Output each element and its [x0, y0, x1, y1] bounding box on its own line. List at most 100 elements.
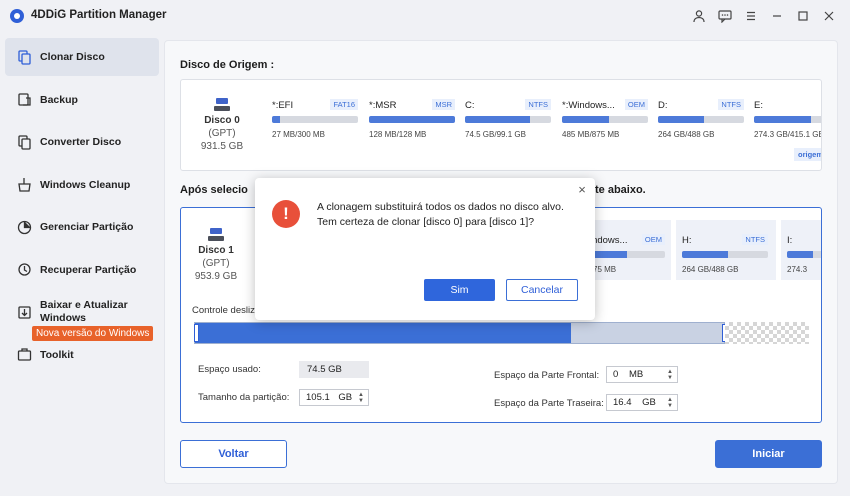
- partition-size: 128 MB/128 MB: [369, 130, 427, 139]
- front-space-unit: MB: [628, 369, 644, 380]
- sidebar: Clonar Disco Backup Converter Disco Wind…: [5, 38, 159, 378]
- recover-partition-icon: [17, 262, 32, 277]
- minimize-icon[interactable]: [766, 6, 788, 26]
- sidebar-item-label: Windows Cleanup: [40, 178, 131, 191]
- partition-usage-bar: [787, 251, 821, 258]
- sidebar-item-windows-cleanup[interactable]: Windows Cleanup: [5, 166, 159, 204]
- start-button[interactable]: Iniciar: [715, 440, 822, 468]
- partition-fs: NTFS: [742, 234, 768, 245]
- source-disk-card: Disco 0 (GPT) 931.5 GB: [192, 98, 252, 153]
- partition-usage-bar: [682, 251, 768, 258]
- partition-size-label: Tamanho da partição:: [198, 392, 290, 403]
- front-space-value: 0: [613, 369, 619, 380]
- partition-usage-fill: [562, 116, 610, 123]
- disk-name: Disco 0: [204, 115, 240, 126]
- sidebar-item-convert-disk[interactable]: Converter Disco: [5, 123, 159, 161]
- sidebar-item-label: Recuperar Partição: [40, 263, 137, 276]
- sidebar-item-label: Gerenciar Partição: [40, 221, 134, 233]
- back-space-label: Espaço da Parte Traseira:: [494, 398, 604, 409]
- close-icon[interactable]: [818, 6, 840, 26]
- front-space-label: Espaço da Parte Frontal:: [494, 370, 600, 381]
- sidebar-item-manage-partition[interactable]: Gerenciar Partição: [5, 208, 159, 246]
- partition-fs: FAT16: [330, 99, 358, 110]
- disk-icon: [214, 98, 230, 112]
- partition-usage-fill: [272, 116, 280, 123]
- confirm-yes-button[interactable]: Sim: [424, 279, 495, 301]
- sidebar-item-label: Baixar e Atualizar Windows: [40, 299, 128, 324]
- partition-name: *:EFI: [272, 100, 294, 111]
- partition-usage-bar: [272, 116, 358, 123]
- partition-size: 27 MB/300 MB: [272, 130, 325, 139]
- dialog-message-line2: Tem certeza de clonar [disco 0] para [di…: [317, 216, 535, 228]
- stepper-arrows-icon[interactable]: ▲ ▼: [667, 369, 673, 381]
- sidebar-item-toolkit[interactable]: Toolkit: [5, 336, 159, 374]
- new-version-badge[interactable]: Nova versão do Windows: [32, 326, 154, 341]
- back-space-stepper[interactable]: 16.4 GB ▲ ▼: [606, 394, 678, 411]
- partition-name: *:MSR: [369, 100, 397, 111]
- partition-size: 485 MB/875 MB: [562, 130, 620, 139]
- partition-name: *:Windows...: [562, 100, 615, 111]
- sidebar-item-label: Backup: [40, 93, 78, 106]
- download-windows-icon: [17, 305, 32, 320]
- slider-label: Controle desliz: [192, 305, 255, 316]
- source-disk-panel: Disco 0 (GPT) 931.5 GB *:EFI FAT16 27 MB…: [180, 79, 822, 171]
- partition-size-slider[interactable]: [194, 322, 727, 344]
- partition-fs: OEM: [641, 234, 665, 245]
- backup-icon: [17, 92, 32, 107]
- partition-icon: [17, 220, 32, 235]
- disk-name: Disco 1: [198, 245, 234, 256]
- slider-left-handle[interactable]: [194, 324, 199, 342]
- menu-icon[interactable]: [740, 6, 762, 26]
- cancel-button[interactable]: Cancelar: [506, 279, 578, 301]
- dialog-close-icon[interactable]: ×: [575, 182, 589, 197]
- partition-name: D:: [658, 100, 668, 111]
- origin-tag: origem: [794, 148, 821, 161]
- warning-icon: !: [272, 200, 300, 228]
- partition-size: 274.3 GB/415.1 GB: [754, 130, 822, 139]
- clone-disk-icon: [17, 49, 32, 65]
- partition-size: 264 GB/488 GB: [658, 130, 715, 139]
- partition-usage-fill: [787, 251, 814, 258]
- partition-usage-bar: [465, 116, 551, 123]
- sidebar-item-label: Clonar Disco: [40, 51, 105, 63]
- app-logo-icon: [10, 9, 24, 23]
- partition-size-stepper[interactable]: 105.1 GB ▲ ▼: [299, 389, 369, 406]
- sidebar-item-clone-disk[interactable]: Clonar Disco: [5, 38, 159, 76]
- front-space-stepper[interactable]: 0 MB ▲ ▼: [606, 366, 678, 383]
- partition-size: 264 GB/488 GB: [682, 265, 739, 274]
- partition-usage-bar: [369, 116, 455, 123]
- partition-usage-fill: [369, 116, 455, 123]
- dialog-message-line1: A clonagem substituirá todos os dados no…: [317, 201, 564, 213]
- partition-size: 274.3: [787, 265, 808, 274]
- slider-fill: [195, 323, 571, 343]
- disk-type: (GPT): [208, 128, 236, 139]
- partition-name: I:: [787, 235, 793, 246]
- partition-usage-fill: [682, 251, 729, 258]
- disk-size: 953.9 GB: [194, 271, 238, 282]
- partition-fs: NTFS: [525, 99, 551, 110]
- sidebar-item-backup[interactable]: Backup: [5, 81, 159, 119]
- used-space-value: 74.5 GB: [299, 361, 369, 378]
- back-button[interactable]: Voltar: [180, 440, 287, 468]
- partition-name: E:: [754, 100, 763, 111]
- user-icon[interactable]: [688, 6, 710, 26]
- unallocated-space: [725, 322, 809, 344]
- partition-name: C:: [465, 100, 475, 111]
- toolkit-icon: [17, 347, 32, 362]
- maximize-icon[interactable]: [792, 6, 814, 26]
- partition-size-unit: GB: [338, 392, 353, 403]
- title-bar: 4DDiG Partition Manager: [0, 0, 850, 32]
- sidebar-item-recover-partition[interactable]: Recuperar Partição: [5, 251, 159, 289]
- partition-fs: NTFS: [718, 99, 744, 110]
- confirm-clone-dialog: ! A clonagem substituirá todos os dados …: [255, 178, 595, 320]
- stepper-arrows-icon[interactable]: ▲ ▼: [667, 397, 673, 409]
- partition-size: 74.5 GB/99.1 GB: [465, 130, 526, 139]
- window-controls: [688, 6, 840, 26]
- feedback-icon[interactable]: [714, 6, 736, 26]
- partition-size-value: 105.1: [306, 392, 330, 403]
- sidebar-item-label: Converter Disco: [40, 136, 122, 148]
- disk-size: 931.5 GB: [200, 141, 244, 152]
- stepper-arrows-icon[interactable]: ▲ ▼: [358, 392, 364, 404]
- disk-icon: [208, 228, 224, 242]
- partition-usage-bar: [658, 116, 744, 123]
